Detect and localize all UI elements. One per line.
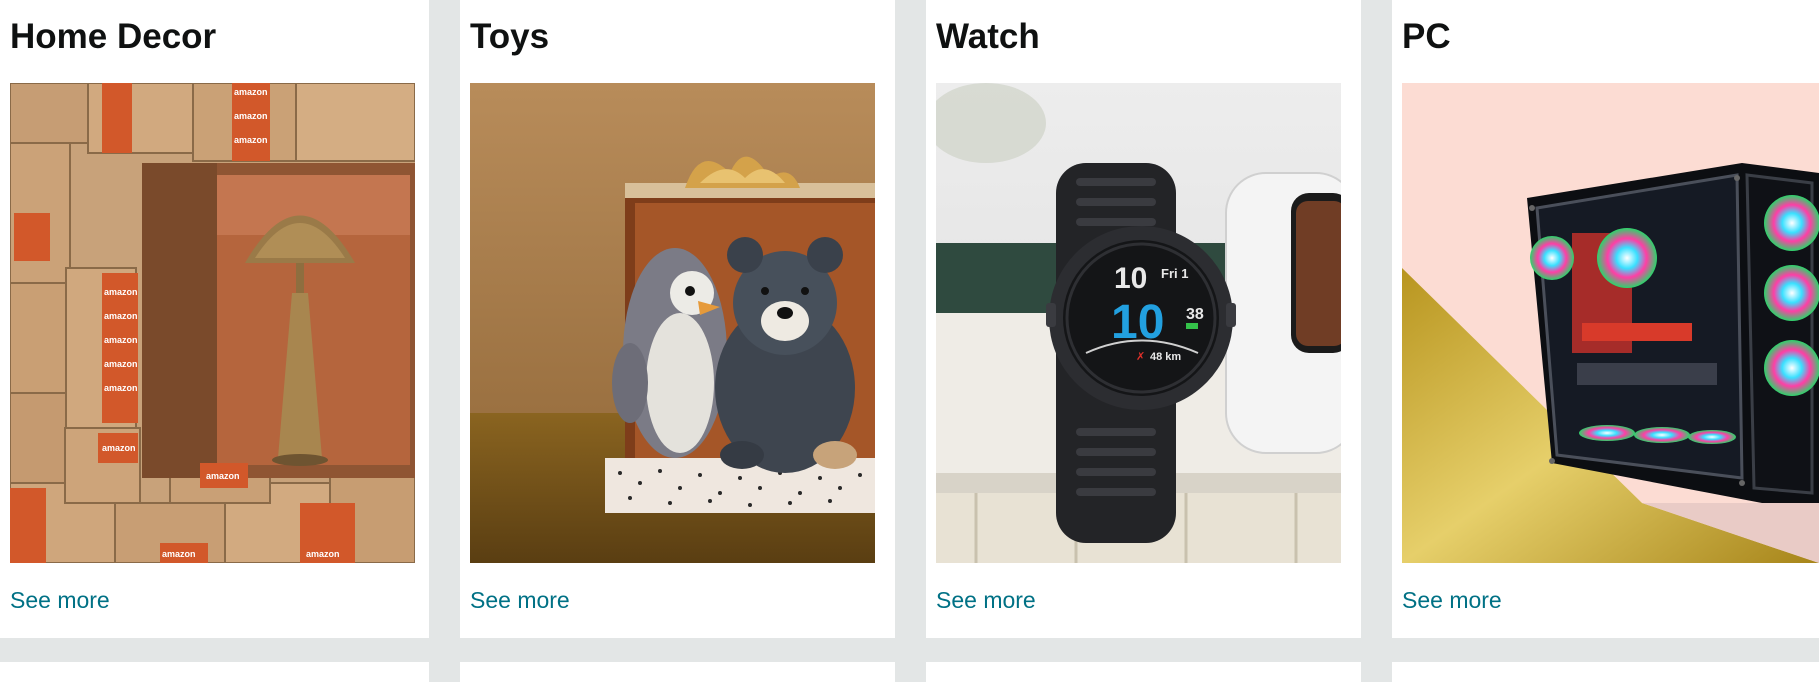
svg-text:amazon: amazon [104, 383, 138, 393]
svg-text:amazon: amazon [104, 335, 138, 345]
svg-text:amazon: amazon [104, 359, 138, 369]
watch-day: Fri 1 [1161, 266, 1188, 281]
card-title: Watch [936, 17, 1040, 56]
card-row: Home Decor amazon amazon amazon amazon a… [0, 0, 1819, 682]
svg-text:amazon: amazon [234, 87, 268, 97]
svg-text:amazon: amazon [102, 443, 136, 453]
card-title: Toys [470, 17, 550, 56]
watch-seconds: 38 [1186, 306, 1204, 323]
home-decor-image[interactable]: amazon amazon amazon amazon amazon amazo… [10, 83, 415, 563]
see-more-link[interactable]: See more [10, 586, 110, 614]
watch-distance: 48 km [1150, 351, 1181, 363]
svg-text:amazon: amazon [104, 287, 138, 297]
svg-text:amazon: amazon [234, 111, 268, 121]
card-toys: Toys See more [460, 0, 895, 638]
svg-text:✗: ✗ [1136, 351, 1145, 363]
svg-text:amazon: amazon [104, 311, 138, 321]
next-row-card [0, 662, 429, 682]
card-watch: Watch 10 Fri 1 10 38 48 km ✗ See more [926, 0, 1361, 638]
see-more-link[interactable]: See more [470, 586, 570, 614]
card-title: PC [1402, 17, 1451, 56]
pc-image[interactable] [1402, 83, 1819, 563]
next-row-card [1392, 662, 1819, 682]
watch-image[interactable]: 10 Fri 1 10 38 48 km ✗ [936, 83, 1341, 563]
svg-text:amazon: amazon [206, 471, 240, 481]
watch-hour: 10 [1114, 262, 1147, 295]
card-title: Home Decor [10, 17, 217, 56]
svg-text:amazon: amazon [306, 549, 340, 559]
see-more-link[interactable]: See more [936, 586, 1036, 614]
next-row-card [460, 662, 895, 682]
card-home-decor: Home Decor amazon amazon amazon amazon a… [0, 0, 429, 638]
toys-image[interactable] [470, 83, 875, 563]
card-pc: PC See more [1392, 0, 1819, 638]
svg-text:amazon: amazon [162, 549, 196, 559]
svg-text:amazon: amazon [234, 135, 268, 145]
next-row-card [926, 662, 1361, 682]
see-more-link[interactable]: See more [1402, 586, 1502, 614]
